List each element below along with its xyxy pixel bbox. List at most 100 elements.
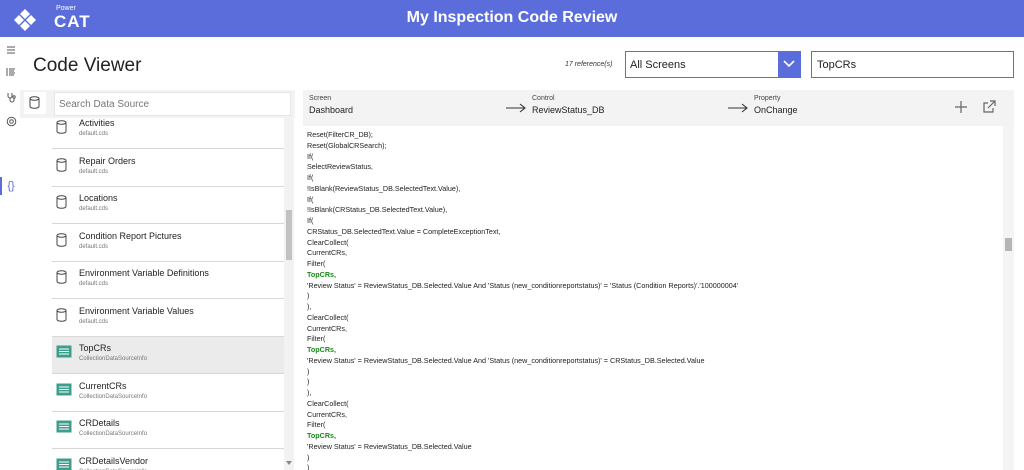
database-icon [56,307,70,324]
datasource-item[interactable]: Locations default.cds [52,187,284,224]
datasource-search-input[interactable]: Search Data Source [54,92,291,116]
datasource-name: CRDetailsVendor [79,455,149,466]
code-line: If( [307,194,314,204]
at-icon[interactable] [4,116,18,130]
open-external-icon[interactable] [981,99,997,115]
datasource-item[interactable]: CRDetailsVendorCollectionDataSourceInfo [52,449,284,470]
page-title: Code Viewer [33,55,142,76]
code-line: Filter( [307,259,326,268]
datasource-subtitle: CollectionDataSourceInfo [79,393,148,400]
code-line-match: TopCRs, [307,345,337,354]
property-value: OnChange [754,105,798,115]
database-icon [56,157,70,174]
datasource-item[interactable]: Activities default.cds [52,118,284,149]
screen-select[interactable]: All Screens [625,51,801,78]
braces-icon[interactable]: {} [4,179,18,193]
code-line: Filter( [307,334,326,344]
code-line: CurrentCRs, [307,248,347,258]
datasource-name: Repair Orders [79,155,136,166]
code-line: ClearCollect( [307,237,349,247]
screen-label: Screen [309,95,332,102]
code-line-match: TopCRs, [307,431,337,440]
code-line: 'Review Status' = ReviewStatus_DB.Select… [307,280,739,290]
datasource-search-placeholder: Search Data Source [59,99,150,110]
code-line: If( [307,216,314,225]
datasource-item[interactable]: CRDetails CollectionDataSourceInfo [52,412,284,449]
datasource-subtitle: default.cds [79,243,109,250]
datasource-scrollbar[interactable] [284,118,294,470]
code-line: ), [307,302,312,311]
code-viewer[interactable]: Reset(FilterCR_DB); Reset(GlobalCRSearch)… [303,126,1003,470]
datasource-filter-button[interactable] [24,92,46,114]
code-line: If( [307,173,314,182]
code-line: ) [307,377,310,387]
screen-value: Dashboard [309,105,354,115]
arrow-right-icon [506,103,526,113]
datasource-name: CurrentCRs [79,380,127,391]
code-search-input[interactable]: TopCRs [811,51,1014,78]
code-line: 'Review Status' = ReviewStatus_DB.Select… [307,355,705,365]
datasource-item[interactable]: Environment Variable Definitions default.… [52,262,284,299]
collection-icon [56,383,72,399]
collection-icon [56,345,72,361]
breadcrumb: Screen Dashboard Control ReviewStatus_DB… [303,90,1014,126]
screen-select-dropdown-button[interactable] [778,52,800,77]
code-line-match: TopCRs, [307,269,337,279]
datasource-subtitle: default.cds [79,206,109,212]
code-line: ClearCollect( [307,398,349,408]
datasource-name: Environment Variable Values [79,305,194,316]
code-scrollbar[interactable] [1003,126,1014,470]
code-line: !IsBlank(ReviewStatus_DB.SelectedText.Va… [307,183,461,193]
scroll-down-arrow-icon[interactable] [286,460,292,466]
datasource-name: CRDetails [79,418,120,428]
code-line: ) [307,291,310,301]
collection-icon [56,458,72,470]
property-label: Property [754,95,781,102]
datasource-subtitle: CollectionDataSourceInfo [79,431,148,437]
datasource-name: TopCRs [79,343,112,353]
datasource-name: Locations [79,193,118,203]
datasource-subtitle: default.cds [79,281,109,287]
datasource-item[interactable]: Repair Orders default.cds [52,149,284,187]
datasource-name: Environment Variable Definitions [79,268,209,278]
datasource-subtitle: CollectionDataSourceInfo [79,356,148,362]
add-icon[interactable] [953,99,969,115]
datasource-name: Activities [79,118,115,128]
datasource-item[interactable]: Condition Report Pictures default.cds [52,224,284,262]
chevron-down-icon [783,60,795,68]
datasource-item[interactable]: TopCRs CollectionDataSourceInfo [52,337,284,374]
list-icon[interactable] [4,67,18,81]
datasource-subtitle: default.cds [79,131,109,137]
database-icon [56,270,70,286]
code-line: ) [307,452,310,462]
datasource-item[interactable]: CurrentCRs CollectionDataSourceInfo [52,374,284,412]
datasource-subtitle: default.cds [79,168,109,175]
control-label: Control [532,95,555,102]
code-line: Reset(FilterCR_DB); [307,130,373,139]
app-title: My Inspection Code Review [406,9,618,26]
database-icon [56,195,70,211]
datasource-scroll-thumb[interactable] [286,210,292,260]
code-search-value: TopCRs [817,59,857,71]
code-line: 'Review Status' = ReviewStatus_DB.Select… [307,441,472,451]
datasource-item[interactable]: Environment Variable Values default.cds [52,299,284,337]
code-line: ) [307,463,310,470]
code-line: If( [307,151,314,161]
datasource-header: Search Data Source [20,90,295,118]
collection-icon [56,420,72,436]
control-value: ReviewStatus_DB [532,105,605,115]
code-line: CurrentCRs, [307,323,347,333]
code-scroll-thumb[interactable] [1005,238,1012,251]
database-icon [56,120,70,136]
code-line: !IsBlank(CRStatus_DB.SelectedText.Value)… [307,205,448,215]
screen-select-value: All Screens [630,59,686,71]
datasource-name: Condition Report Pictures [79,230,182,241]
menu-icon[interactable] [4,45,18,59]
stethoscope-icon[interactable] [4,92,18,106]
arrow-right-icon [728,103,748,113]
code-line: Reset(GlobalCRSearch); [307,140,387,150]
code-line: ) [307,366,310,376]
datasource-subtitle: default.cds [79,318,109,325]
code-line: ClearCollect( [307,312,349,322]
nav-active-indicator [0,177,2,195]
